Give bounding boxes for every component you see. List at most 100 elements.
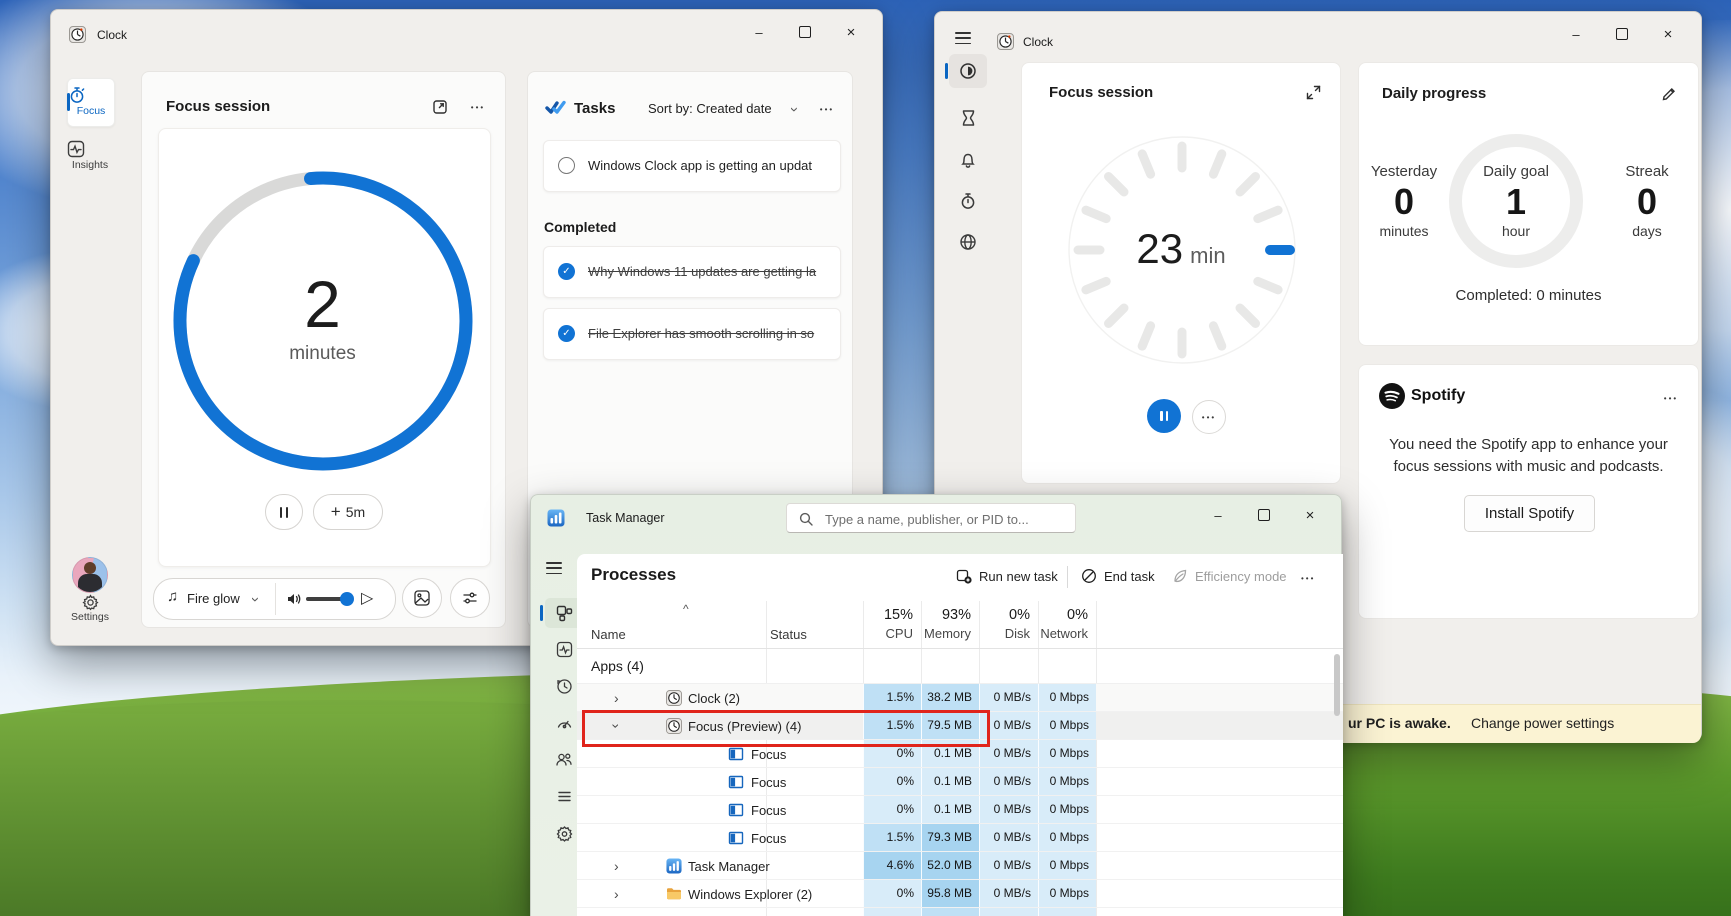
more-options-button[interactable]: •••: [1660, 387, 1682, 409]
tasks-title: Tasks: [574, 100, 615, 117]
task-checked-icon[interactable]: ✓: [558, 325, 575, 342]
open-in-new-window-button[interactable]: [429, 96, 451, 118]
music-note-icon: ♫: [167, 588, 178, 605]
titlebar[interactable]: Task Manager – ×: [531, 495, 1341, 541]
task-item-completed[interactable]: ✓ File Explorer has smooth scrolling in …: [543, 308, 841, 360]
close-button[interactable]: ×: [828, 16, 874, 48]
window-icon: [728, 746, 744, 762]
rail-item-stopwatch[interactable]: [949, 184, 987, 218]
titlebar[interactable]: Clock – ×: [935, 12, 1701, 60]
table-row-selected[interactable]: › Focus (Preview) (4) 1.5% 79.5 MB 0 MB/…: [577, 712, 1343, 740]
group-label: Apps (4): [591, 658, 644, 674]
maximize-button[interactable]: [782, 16, 828, 48]
close-button[interactable]: ×: [1645, 18, 1691, 50]
chevron-down-icon[interactable]: ›: [787, 107, 802, 112]
task-item-completed[interactable]: ✓ Why Windows 11 updates are getting la: [543, 246, 841, 298]
task-checkbox[interactable]: [558, 157, 575, 174]
cpu-cell: 1.5%: [863, 712, 921, 739]
sound-name[interactable]: Fire glow: [187, 591, 240, 606]
card-title: Daily progress: [1382, 85, 1486, 102]
end-task-button[interactable]: End task: [1081, 568, 1155, 584]
pause-icon: [1166, 411, 1169, 421]
maximize-button[interactable]: [1241, 499, 1287, 531]
sidebar-item-settings[interactable]: Settings: [64, 594, 116, 623]
task-manager-app-icon: [547, 509, 565, 527]
search-box[interactable]: [786, 503, 1076, 533]
globe-icon: [959, 233, 977, 251]
expand-chevron-icon[interactable]: ›: [614, 858, 619, 876]
minimize-button[interactable]: –: [1195, 499, 1241, 531]
sort-ascending-icon: ^: [683, 602, 689, 616]
memory-cell: 0.1 MB: [921, 796, 979, 823]
play-button[interactable]: ▷: [361, 588, 373, 608]
column-header-name[interactable]: Name: [591, 627, 626, 642]
disk-cell: 0 MB/s: [979, 852, 1038, 879]
minimize-button[interactable]: –: [1553, 18, 1599, 50]
efficiency-mode-button[interactable]: Efficiency mode: [1172, 568, 1287, 584]
table-row[interactable]: › Task Manager 4.6% 52.0 MB 0 MB/s 0 Mbp…: [577, 852, 1343, 880]
sidebar-item-insights[interactable]: Insights: [67, 138, 113, 182]
focus-dial-icon: [959, 62, 977, 80]
rail-item-focus[interactable]: [949, 54, 987, 88]
table-row-child[interactable]: Focus 0% 0.1 MB 0 MB/s 0 Mbps: [577, 796, 1343, 824]
more-options-button[interactable]: •••: [816, 98, 838, 120]
pause-icon: [1160, 411, 1163, 421]
table-row-child[interactable]: Focus 0% 0.1 MB 0 MB/s 0 Mbps: [577, 740, 1343, 768]
sidebar-item-focus[interactable]: Focus: [67, 78, 115, 127]
chevron-down-icon[interactable]: ›: [248, 597, 263, 602]
collapse-chevron-icon[interactable]: ›: [614, 718, 619, 736]
volume-slider-thumb[interactable]: [340, 592, 354, 606]
compact-view-button[interactable]: [1302, 81, 1324, 103]
app-history-icon: [556, 678, 573, 695]
background-image-button[interactable]: [402, 578, 442, 618]
window-title: Clock: [1023, 35, 1053, 49]
expand-chevron-icon[interactable]: ›: [614, 886, 619, 904]
expand-chevron-icon[interactable]: ›: [614, 690, 619, 708]
services-icon: [556, 825, 573, 842]
group-header-row[interactable]: Apps (4): [577, 649, 1343, 684]
gear-icon: [82, 594, 99, 611]
timer-unit: minutes: [159, 343, 486, 365]
table-row-child[interactable]: Focus 1.5% 79.3 MB 0 MB/s 0 Mbps: [577, 824, 1343, 852]
network-label: Network: [1008, 626, 1088, 641]
table-row[interactable]: › Clock (2) 1.5% 38.2 MB 0 MB/s 0 Mbps: [577, 684, 1343, 712]
search-input[interactable]: [823, 505, 1072, 533]
titlebar[interactable]: Clock – ×: [51, 10, 882, 58]
task-item[interactable]: Windows Clock app is getting an updat: [543, 140, 841, 192]
rail-item-world-clock[interactable]: [949, 225, 987, 259]
add-five-minutes-button[interactable]: + 5m: [313, 494, 383, 530]
sort-dropdown[interactable]: Sort by: Created date: [648, 101, 772, 116]
table-row[interactable]: › Windows Explorer (2) 0% 95.8 MB 0 MB/s…: [577, 880, 1343, 908]
minimize-button[interactable]: –: [736, 16, 782, 48]
maximize-button[interactable]: [1599, 18, 1645, 50]
user-avatar[interactable]: [72, 557, 108, 593]
column-header-status[interactable]: Status: [770, 627, 807, 642]
hamburger-menu-icon[interactable]: [955, 29, 971, 48]
process-name: Focus: [751, 747, 786, 762]
table-row-child[interactable]: Focus 0% 0.1 MB 0 MB/s 0 Mbps: [577, 768, 1343, 796]
edit-goal-button[interactable]: [1658, 83, 1680, 105]
rail-item-timer[interactable]: [949, 101, 987, 135]
pause-button[interactable]: [1147, 399, 1181, 433]
sidebar-item-label: Focus: [68, 105, 114, 117]
window-icon: [728, 774, 744, 790]
vertical-scrollbar-thumb[interactable]: [1334, 654, 1340, 716]
cpu-cell: 1.5%: [863, 824, 921, 851]
tm-hamburger-menu[interactable]: [546, 559, 562, 578]
close-button[interactable]: ×: [1287, 499, 1333, 531]
stopwatch-icon: [959, 192, 977, 210]
column-header-network[interactable]: 0% Network: [1008, 607, 1088, 641]
toolbar-more-button[interactable]: •••: [1301, 574, 1315, 583]
pause-button[interactable]: [265, 494, 303, 530]
table-header: ^ Name Status 15% CPU 93% Memory 0% Disk…: [577, 601, 1343, 649]
change-power-settings-link[interactable]: Change power settings: [1471, 715, 1614, 731]
rail-item-alarm[interactable]: [949, 143, 987, 177]
install-spotify-button[interactable]: Install Spotify: [1464, 495, 1595, 532]
performance-icon: [556, 641, 573, 658]
mixer-settings-button[interactable]: [450, 578, 490, 618]
run-new-task-button[interactable]: Run new task: [956, 568, 1058, 584]
task-checked-icon[interactable]: ✓: [558, 263, 575, 280]
more-options-button[interactable]: •••: [467, 96, 489, 118]
more-options-button[interactable]: •••: [1192, 400, 1226, 434]
table-row-clipped: [577, 908, 1343, 916]
